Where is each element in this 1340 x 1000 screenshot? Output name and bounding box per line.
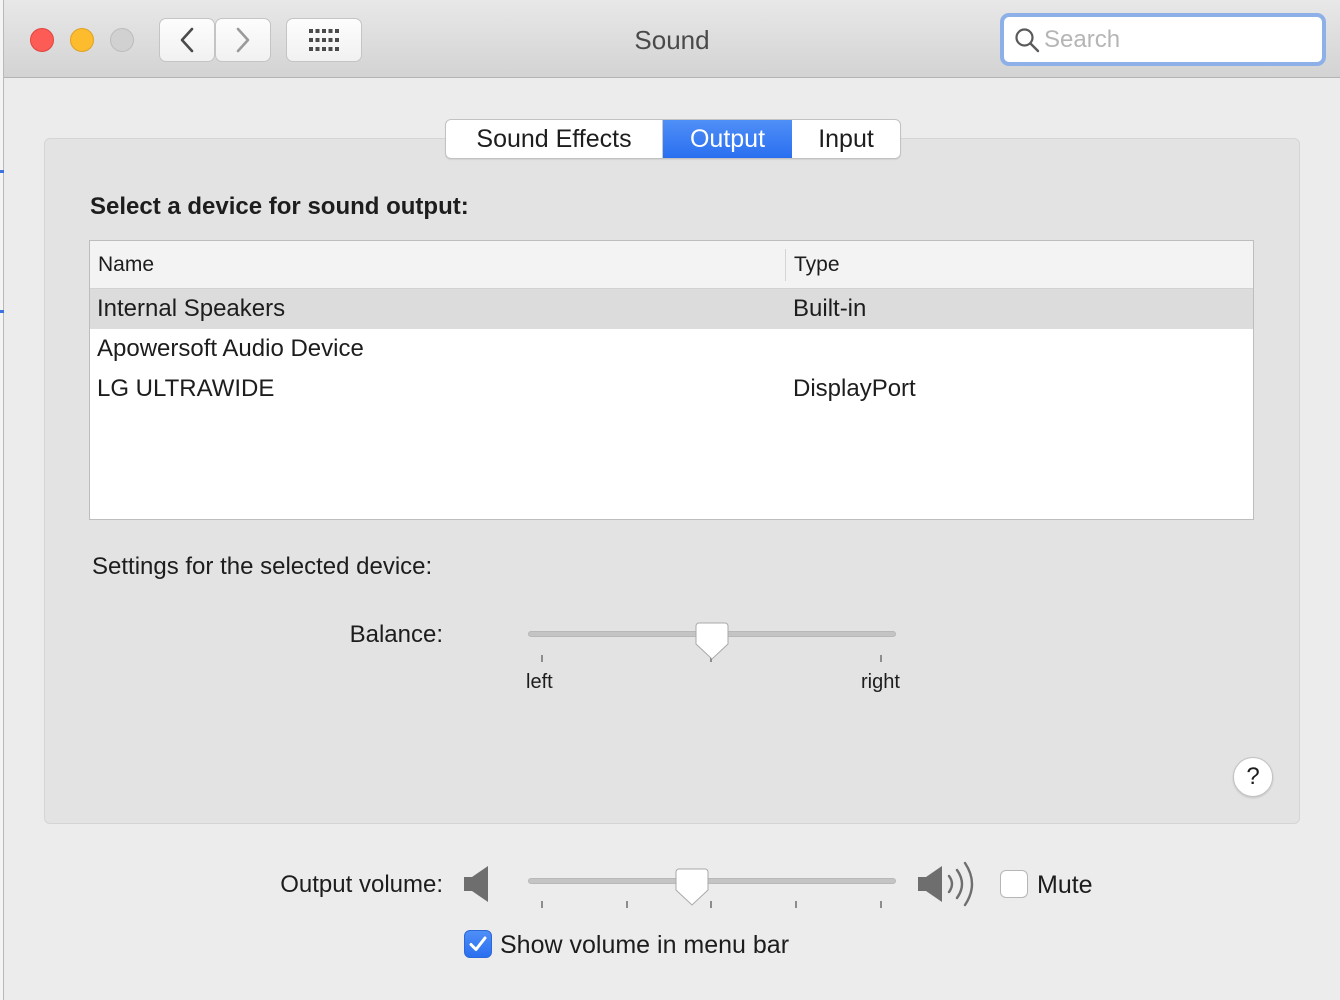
output-device-heading: Select a device for sound output: — [90, 193, 469, 220]
volume-slider-thumb[interactable] — [675, 868, 709, 906]
balance-label: Balance: — [349, 621, 443, 648]
device-settings-label: Settings for the selected device: — [92, 553, 433, 580]
device-name: LG ULTRAWIDE — [97, 375, 275, 402]
device-type: Built-in — [793, 295, 867, 322]
device-name: Apowersoft Audio Device — [97, 335, 364, 362]
show-volume-label[interactable]: Show volume in menu bar — [500, 931, 789, 960]
table-header: Name Type — [90, 241, 1253, 289]
titlebar: Sound — [4, 0, 1340, 78]
tab-input[interactable]: Input — [792, 120, 900, 158]
checkmark-icon — [469, 936, 487, 951]
column-divider — [785, 249, 786, 281]
tab-sound-effects[interactable]: Sound Effects — [446, 120, 663, 158]
column-header-type[interactable]: Type — [794, 253, 840, 277]
search-field[interactable] — [1000, 13, 1326, 66]
speaker-low-icon — [464, 866, 488, 902]
tab-bar: Sound Effects Output Input — [445, 119, 901, 159]
mute-label[interactable]: Mute — [1037, 871, 1093, 900]
tab-output[interactable]: Output — [663, 120, 792, 158]
balance-slider-thumb[interactable] — [695, 622, 729, 660]
mute-checkbox[interactable] — [1000, 870, 1028, 898]
show-volume-checkbox[interactable] — [464, 930, 492, 958]
search-input[interactable] — [1044, 25, 1304, 54]
volume-slider-track[interactable] — [528, 878, 896, 884]
device-type: DisplayPort — [793, 375, 916, 402]
table-row[interactable]: Apowersoft Audio Device — [90, 329, 1253, 369]
balance-left-label: left — [526, 671, 553, 693]
slider-tick — [710, 901, 712, 908]
help-button[interactable]: ? — [1233, 757, 1273, 797]
column-header-name[interactable]: Name — [98, 253, 154, 277]
device-name: Internal Speakers — [97, 295, 286, 322]
slider-tick — [795, 901, 797, 908]
slider-tick — [541, 901, 543, 908]
table-row[interactable]: LG ULTRAWIDE DisplayPort — [90, 369, 1253, 409]
slider-tick — [880, 655, 882, 662]
sound-preferences-window: Sound Sound Effects Output Input Select … — [4, 0, 1340, 1000]
slider-tick — [880, 901, 882, 908]
slider-tick — [541, 655, 543, 662]
table-row[interactable]: Internal Speakers Built-in — [90, 289, 1253, 329]
balance-right-label: right — [861, 671, 900, 693]
output-device-table[interactable]: Name Type Internal Speakers Built-in Apo… — [89, 240, 1254, 520]
search-icon — [1015, 27, 1040, 52]
slider-tick — [626, 901, 628, 908]
speaker-high-icon — [918, 861, 974, 907]
output-volume-label: Output volume: — [280, 871, 443, 898]
